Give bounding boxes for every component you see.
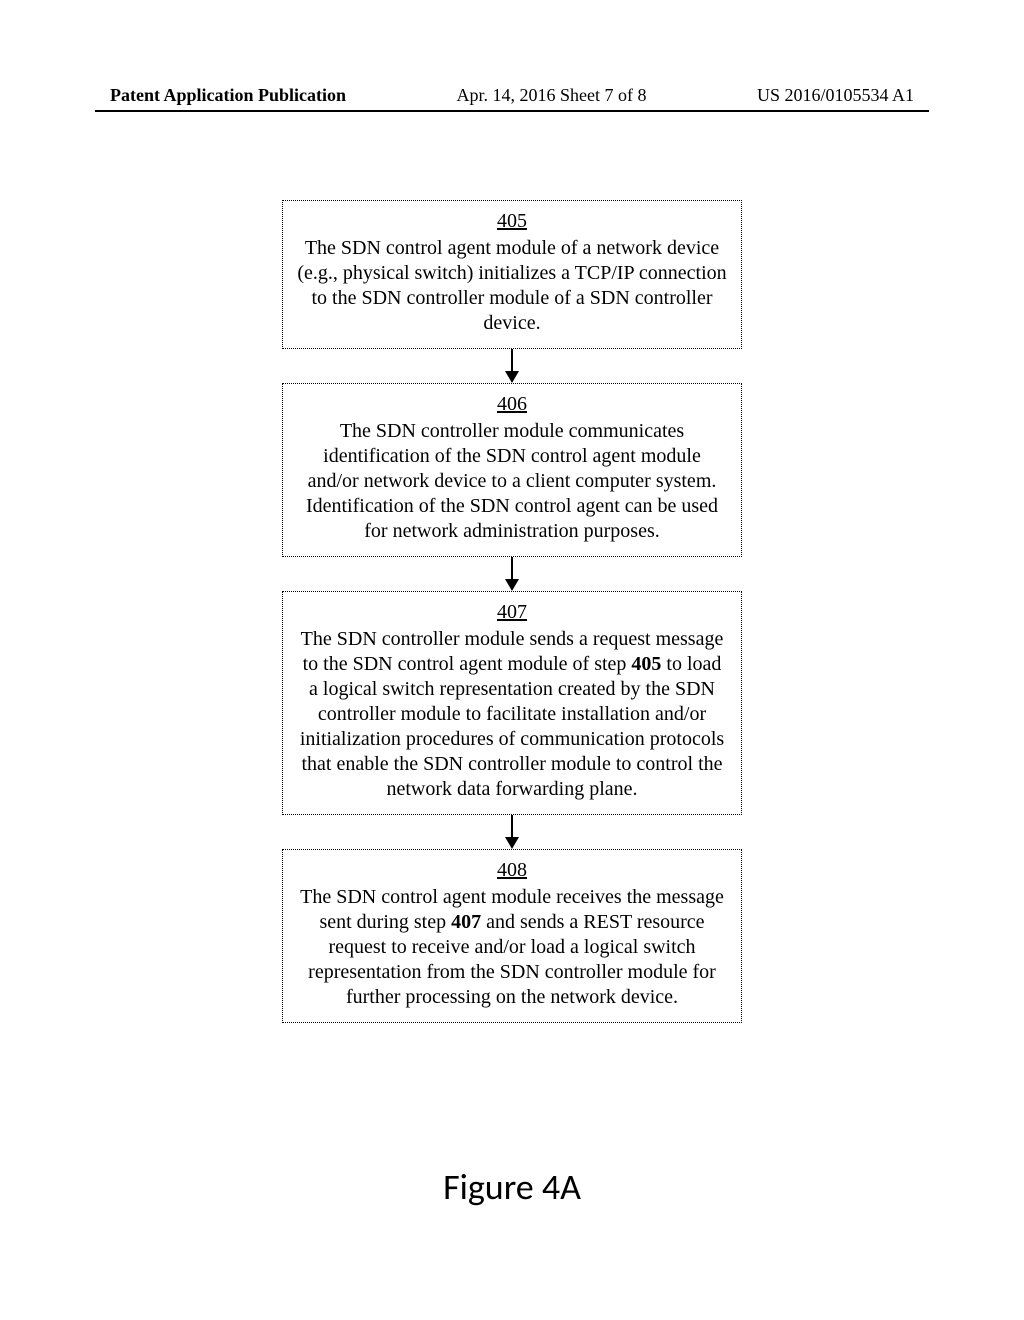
arrow-icon: [505, 557, 519, 591]
step-text: The SDN control agent module receives th…: [300, 886, 724, 1008]
step-number: 407: [297, 600, 727, 625]
flow-step-408: 408 The SDN control agent module receive…: [282, 849, 742, 1023]
arrow-icon: [505, 349, 519, 383]
step-number: 408: [297, 858, 727, 883]
step-number: 405: [297, 209, 727, 234]
header-patent-number: US 2016/0105534 A1: [757, 85, 914, 106]
flowchart: 405 The SDN control agent module of a ne…: [272, 200, 752, 1023]
flow-step-407: 407 The SDN controller module sends a re…: [282, 591, 742, 815]
flow-step-405: 405 The SDN control agent module of a ne…: [282, 200, 742, 349]
header-divider: [95, 110, 929, 112]
flow-step-406: 406 The SDN controller module communicat…: [282, 383, 742, 557]
step-number: 406: [297, 392, 727, 417]
page-header: Patent Application Publication Apr. 14, …: [0, 85, 1024, 106]
step-text: The SDN controller module sends a reques…: [300, 628, 724, 800]
arrow-icon: [505, 815, 519, 849]
step-text: The SDN controller module communicates i…: [306, 420, 718, 542]
header-date-sheet: Apr. 14, 2016 Sheet 7 of 8: [457, 85, 647, 106]
header-publication-label: Patent Application Publication: [110, 85, 346, 106]
step-text: The SDN control agent module of a networ…: [297, 237, 726, 334]
figure-caption: Figure 4A: [443, 1165, 581, 1209]
